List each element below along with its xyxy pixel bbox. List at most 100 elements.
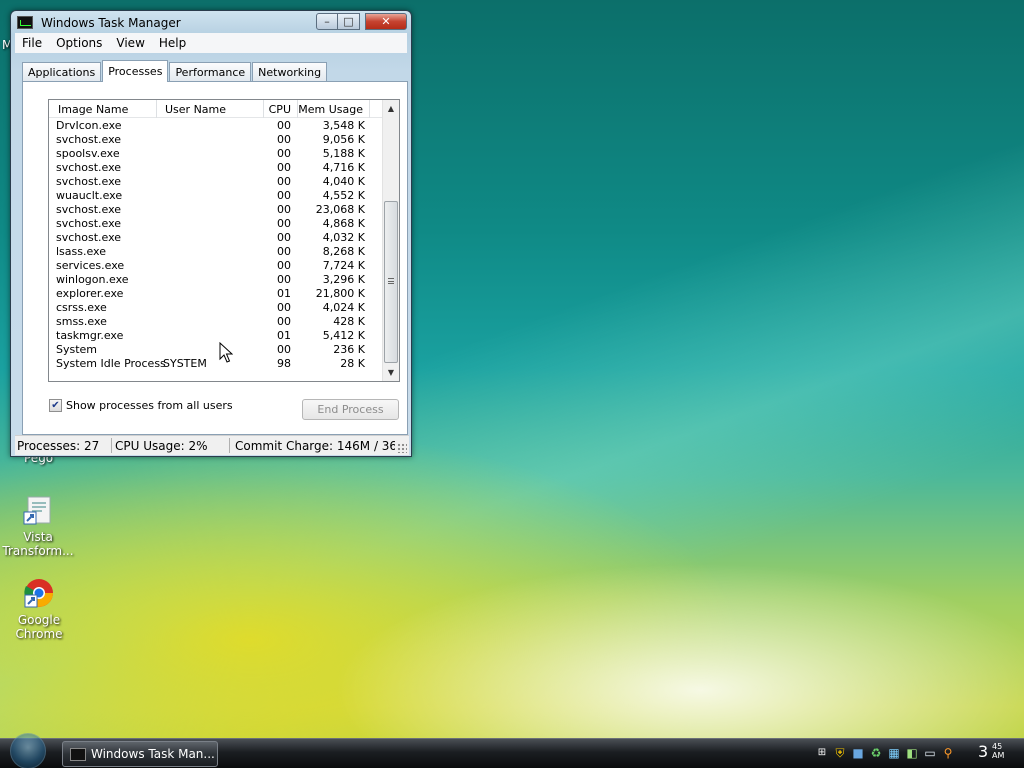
scroll-down-arrow-icon[interactable]: ▼ (383, 364, 399, 381)
tab-networking[interactable]: Networking (252, 62, 328, 82)
table-row[interactable]: spoolsv.exe 00 5,188 K (49, 147, 382, 161)
process-list-body: DrvIcon.exe 00 3,548 K svchost.exe 00 9,056 K… (49, 119, 382, 371)
resize-grip-icon[interactable] (397, 443, 407, 453)
start-button[interactable] (10, 733, 46, 768)
taskbar-button-task-manager[interactable]: Windows Task Man... (62, 741, 218, 767)
process-cpu: 00 (277, 315, 291, 328)
process-cpu: 01 (277, 287, 291, 300)
task-manager-icon (17, 16, 33, 29)
clock-minute-ampm[interactable]: 45 AM (992, 742, 1004, 760)
menu-help[interactable]: Help (152, 36, 193, 50)
desktop-icon-label: Google Chrome (15, 613, 63, 641)
show-all-users-row[interactable]: ✔ Show processes from all users (49, 399, 233, 412)
process-cpu: 00 (277, 189, 291, 202)
process-list-scrollbar[interactable]: ▲ ▼ (382, 100, 399, 381)
taskbar: Windows Task Man... ⊞ ⛨ ■ ♻ ▦ ◧ ▭ ⚲ 3 45… (0, 733, 1024, 768)
status-commit-charge: Commit Charge: 146M / 3679M (235, 439, 395, 453)
table-row[interactable]: svchost.exe 00 4,868 K (49, 217, 382, 231)
window-icon[interactable]: ▭ (922, 745, 938, 761)
process-cpu: 00 (277, 133, 291, 146)
desktop-icon-google-chrome[interactable]: Google Chrome (0, 577, 79, 641)
process-mem-usage: 4,868 K (322, 217, 365, 230)
status-separator (111, 438, 112, 453)
table-row[interactable]: smss.exe 00 428 K (49, 315, 382, 329)
table-row[interactable]: winlogon.exe 00 3,296 K (49, 273, 382, 287)
window-title: Windows Task Manager (41, 16, 181, 30)
scroll-up-arrow-icon[interactable]: ▲ (383, 100, 399, 117)
table-row[interactable]: svchost.exe 00 23,068 K (49, 203, 382, 217)
end-process-button[interactable]: End Process (302, 399, 399, 420)
desktop-icon-vista-transform[interactable]: Vista Transform... (0, 494, 78, 558)
mouse-pointer-icon (219, 342, 233, 363)
system-tray: ⊞ ⛨ ■ ♻ ▦ ◧ ▭ ⚲ (814, 745, 956, 761)
status-separator (229, 438, 230, 453)
monitor-icon[interactable]: ■ (850, 745, 866, 761)
table-row[interactable]: DrvIcon.exe 00 3,548 K (49, 119, 382, 133)
grid-icon[interactable]: ▦ (886, 745, 902, 761)
menu-file[interactable]: File (15, 36, 49, 50)
clock-minute: 45 (992, 742, 1003, 751)
tab-applications[interactable]: Applications (22, 62, 102, 82)
process-image-name: svchost.exe (56, 203, 122, 216)
process-cpu: 00 (277, 119, 291, 132)
title-bar[interactable]: Windows Task Manager – □ ✕ (11, 11, 411, 35)
tab-processes[interactable]: Processes (102, 60, 169, 82)
column-image-name[interactable]: Image Name (49, 100, 157, 118)
table-row[interactable]: svchost.exe 00 4,032 K (49, 231, 382, 245)
process-mem-usage: 3,548 K (322, 119, 365, 132)
process-cpu: 98 (277, 357, 291, 370)
search-icon[interactable]: ⚲ (940, 745, 956, 761)
process-cpu: 00 (277, 301, 291, 314)
desktop-icon-label: Vista Transform... (2, 530, 74, 558)
clock-hour[interactable]: 3 (978, 742, 988, 761)
table-row[interactable]: lsass.exe 00 8,268 K (49, 245, 382, 259)
process-image-name: svchost.exe (56, 175, 122, 188)
process-cpu: 00 (277, 203, 291, 216)
table-row[interactable]: services.exe 00 7,724 K (49, 259, 382, 273)
column-cpu[interactable]: CPU (264, 100, 298, 118)
process-image-name: System (56, 343, 98, 356)
table-row[interactable]: explorer.exe 01 21,800 K (49, 287, 382, 301)
table-row[interactable]: System 00 236 K (49, 343, 382, 357)
process-image-name: svchost.exe (56, 161, 122, 174)
processes-tab-page: Image Name User Name CPU Mem Usage DrvIc… (22, 81, 408, 435)
table-row[interactable]: svchost.exe 00 9,056 K (49, 133, 382, 147)
process-cpu: 00 (277, 259, 291, 272)
table-row[interactable]: svchost.exe 00 4,040 K (49, 175, 382, 189)
menu-view[interactable]: View (109, 36, 151, 50)
show-all-users-checkbox[interactable]: ✔ (49, 399, 62, 412)
recycle-icon[interactable]: ♻ (868, 745, 884, 761)
process-cpu: 01 (277, 329, 291, 342)
tab-performance[interactable]: Performance (169, 62, 252, 82)
process-cpu: 00 (277, 175, 291, 188)
table-row[interactable]: csrss.exe 00 4,024 K (49, 301, 382, 315)
volume-icon[interactable]: ◧ (904, 745, 920, 761)
process-cpu: 00 (277, 343, 291, 356)
menu-bar: File Options View Help (15, 33, 407, 53)
table-row[interactable]: wuauclt.exe 00 4,552 K (49, 189, 382, 203)
column-mem-usage[interactable]: Mem Usage (298, 100, 370, 118)
security-shield-icon[interactable]: ⛨ (832, 745, 848, 761)
scroll-thumb[interactable] (384, 201, 398, 363)
tab-strip: Applications Processes Performance Netwo… (22, 60, 328, 82)
process-mem-usage: 3,296 K (322, 273, 365, 286)
task-manager-window: Windows Task Manager – □ ✕ File Options … (10, 10, 412, 457)
table-row[interactable]: System Idle Process SYSTEM 98 28 K (49, 357, 382, 371)
status-cpu-usage: CPU Usage: 2% (115, 439, 208, 453)
process-list-header: Image Name User Name CPU Mem Usage (49, 100, 382, 118)
network-icon[interactable]: ⊞ (814, 745, 830, 761)
process-mem-usage: 4,024 K (322, 301, 365, 314)
menu-options[interactable]: Options (49, 36, 109, 50)
process-list[interactable]: Image Name User Name CPU Mem Usage DrvIc… (48, 99, 400, 382)
process-mem-usage: 23,068 K (315, 203, 365, 216)
process-mem-usage: 236 K (333, 343, 365, 356)
minimize-button[interactable]: – (316, 13, 338, 30)
column-user-name[interactable]: User Name (157, 100, 264, 118)
process-image-name: spoolsv.exe (56, 147, 120, 160)
close-button[interactable]: ✕ (365, 13, 407, 30)
table-row[interactable]: taskmgr.exe 01 5,412 K (49, 329, 382, 343)
process-mem-usage: 21,800 K (315, 287, 365, 300)
maximize-button[interactable]: □ (338, 13, 360, 30)
table-row[interactable]: svchost.exe 00 4,716 K (49, 161, 382, 175)
process-image-name: System Idle Process (56, 357, 166, 370)
